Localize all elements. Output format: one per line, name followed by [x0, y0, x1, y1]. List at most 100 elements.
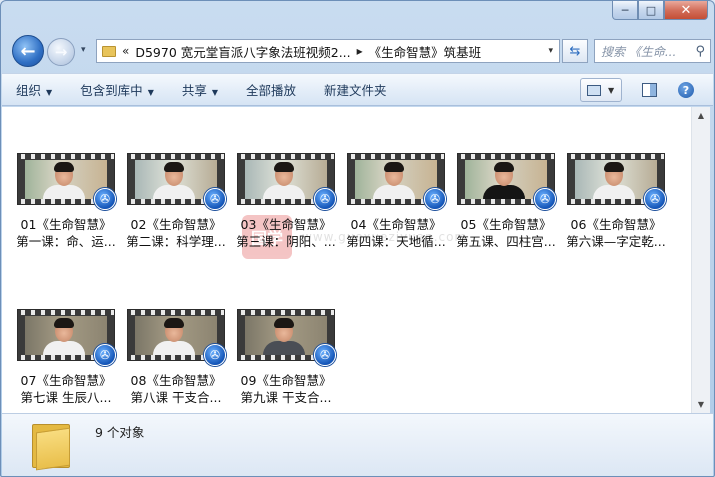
film-strip	[458, 154, 554, 159]
film-strip	[238, 310, 334, 315]
scroll-down-icon[interactable]: ▼	[692, 396, 710, 413]
vertical-scrollbar[interactable]: ▲ ▼	[691, 107, 710, 413]
chevron-down-icon: ▼	[46, 88, 53, 97]
media-player-icon: ✇	[94, 344, 116, 366]
video-thumbnail[interactable]: ✇	[237, 153, 336, 210]
chevron-down-icon: ▼	[211, 88, 219, 97]
minimize-button[interactable]: ─	[612, 1, 638, 20]
command-bar: 组织 ▼ 包含到库中 ▼ 共享 ▼ 全部播放 新建文件夹 ▼ ?	[2, 73, 713, 106]
file-item[interactable]: ✇ 06《生命智慧》 第六课—字定乾...	[562, 153, 670, 250]
share-menu[interactable]: 共享 ▼	[168, 80, 232, 99]
film-strip	[238, 154, 334, 159]
media-player-icon: ✇	[204, 188, 226, 210]
presenter-shape	[43, 185, 85, 199]
presenter-shape	[604, 162, 624, 172]
change-view-button[interactable]: ▼	[580, 78, 622, 102]
presenter-shape	[54, 318, 74, 328]
video-thumbnail[interactable]: ✇	[567, 153, 666, 210]
video-thumbnail[interactable]: ✇	[17, 153, 116, 210]
film-strip	[18, 154, 114, 159]
video-thumbnail[interactable]: ✇	[237, 309, 336, 366]
video-thumbnail[interactable]: ✇	[347, 153, 446, 210]
search-icon[interactable]: ⚲	[695, 44, 705, 59]
maximize-button[interactable]: □	[638, 1, 664, 20]
file-name: 05《生命智慧》 第五课、四柱宫...	[456, 217, 556, 249]
file-item[interactable]: ✇ 02《生命智慧》 第二课：科学理...	[122, 153, 230, 250]
address-bar[interactable]: « D5970 宽元堂盲派八字象法班视频2... ▸ 《生命智慧》筑基班 ▾	[96, 39, 560, 63]
chevron-down-icon: ▼	[147, 88, 154, 97]
media-player-icon: ✇	[644, 188, 666, 210]
close-button[interactable]: ✕	[664, 1, 708, 20]
presenter-shape	[263, 341, 305, 355]
file-item[interactable]: ✇ 03《生命智慧》 第三课：阴阳、...	[232, 153, 340, 250]
view-icon	[587, 84, 601, 96]
details-pane: 9 个对象	[2, 413, 713, 476]
presenter-shape	[274, 162, 294, 172]
search-placeholder: 搜索 《生命...	[601, 44, 677, 59]
presenter-shape	[384, 162, 404, 172]
file-name: 09《生命智慧》 第九课 干支合...	[240, 373, 332, 405]
presenter-shape	[263, 185, 305, 199]
file-item[interactable]: ✇ 08《生命智慧》 第八课 干支合...	[122, 309, 230, 406]
video-thumbnail[interactable]: ✇	[127, 309, 226, 366]
media-player-icon: ✇	[534, 188, 556, 210]
scroll-up-icon[interactable]: ▲	[692, 107, 710, 124]
presenter-shape	[164, 162, 184, 172]
presenter-shape	[494, 162, 514, 172]
presenter-shape	[483, 185, 525, 199]
file-name: 04《生命智慧》 第四课：天地循...	[346, 217, 446, 249]
presenter-shape	[373, 185, 415, 199]
film-strip	[18, 310, 114, 315]
file-name: 07《生命智慧》 第七课 生辰八...	[20, 373, 112, 405]
folder-shape	[36, 427, 70, 471]
video-thumbnail[interactable]: ✇	[17, 309, 116, 366]
breadcrumb-parent-folder[interactable]: D5970 宽元堂盲派八字象法班视频2...	[135, 42, 350, 61]
media-player-icon: ✇	[94, 188, 116, 210]
breadcrumb-overflow[interactable]: «	[122, 44, 129, 58]
back-button[interactable]: ←	[12, 35, 44, 67]
presenter-shape	[164, 318, 184, 328]
video-thumbnail[interactable]: ✇	[127, 153, 226, 210]
media-player-icon: ✇	[314, 188, 336, 210]
presenter-shape	[54, 162, 74, 172]
media-player-icon: ✇	[424, 188, 446, 210]
presenter-shape	[43, 341, 85, 355]
folder-icon	[32, 420, 70, 471]
play-all-button[interactable]: 全部播放	[232, 80, 310, 99]
file-item[interactable]: ✇ 09《生命智慧》 第九课 干支合...	[232, 309, 340, 406]
video-thumbnail[interactable]: ✇	[457, 153, 556, 210]
presenter-shape	[153, 341, 195, 355]
film-strip	[568, 154, 664, 159]
presenter-shape	[593, 185, 635, 199]
new-folder-button[interactable]: 新建文件夹	[310, 80, 401, 99]
search-input[interactable]: 搜索 《生命... ⚲	[594, 39, 711, 63]
preview-pane-icon[interactable]	[642, 83, 657, 97]
address-dropdown-icon[interactable]: ▾	[548, 46, 553, 56]
navigation-bar: ← → ▾ « D5970 宽元堂盲派八字象法班视频2... ▸ 《生命智慧》筑…	[9, 35, 711, 67]
file-name: 08《生命智慧》 第八课 干支合...	[130, 373, 222, 405]
help-icon[interactable]: ?	[678, 82, 694, 98]
explorer-window: ─ □ ✕ ← → ▾ « D5970 宽元堂盲派八字象法班视频2... ▸ 《…	[0, 0, 715, 477]
file-name: 03《生命智慧》 第三课：阴阳、...	[236, 217, 336, 249]
file-item[interactable]: ✇ 04《生命智慧》 第四课：天地循...	[342, 153, 450, 250]
include-in-library-menu[interactable]: 包含到库中 ▼	[66, 80, 168, 99]
media-player-icon: ✇	[314, 344, 336, 366]
file-item[interactable]: ✇ 07《生命智慧》 第七课 生辰八...	[12, 309, 120, 406]
breadcrumb-current-folder[interactable]: 《生命智慧》筑基班	[369, 42, 482, 61]
forward-button[interactable]: →	[47, 38, 75, 66]
recent-pages-dropdown-icon[interactable]: ▾	[81, 45, 86, 55]
chevron-down-icon: ▼	[608, 85, 615, 95]
file-list-area[interactable]: 国学 www.guoxueziyuan.com ✇ 01《生命智慧》 第一课：命、…	[2, 107, 691, 413]
file-item[interactable]: ✇ 01《生命智慧》 第一课：命、运...	[12, 153, 120, 250]
file-name: 02《生命智慧》 第二课：科学理...	[126, 217, 226, 249]
organize-menu[interactable]: 组织 ▼	[2, 80, 66, 99]
media-player-icon: ✇	[204, 344, 226, 366]
file-item[interactable]: ✇ 05《生命智慧》 第五课、四柱宫...	[452, 153, 560, 250]
presenter-shape	[274, 318, 294, 328]
refresh-button[interactable]: ⇆	[562, 39, 588, 63]
item-count: 9 个对象	[95, 425, 145, 440]
breadcrumb-separator-icon[interactable]: ▸	[357, 44, 363, 58]
film-strip	[348, 154, 444, 159]
file-name: 01《生命智慧》 第一课：命、运...	[16, 217, 116, 249]
film-strip	[128, 154, 224, 159]
